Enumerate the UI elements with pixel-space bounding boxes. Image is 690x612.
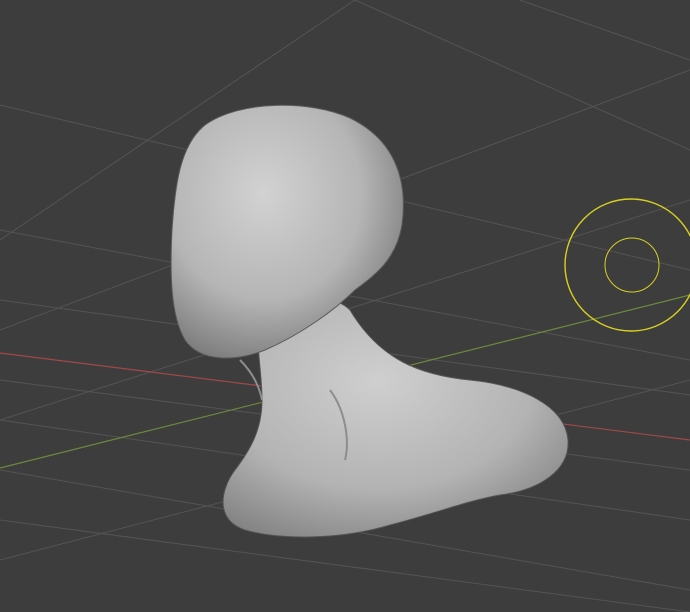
3d-viewport[interactable] (0, 0, 690, 612)
sculpt-mesh[interactable] (170, 104, 569, 538)
mesh-head (170, 104, 404, 359)
light-inner-circle[interactable] (604, 237, 660, 293)
viewport-canvas[interactable] (0, 0, 690, 612)
